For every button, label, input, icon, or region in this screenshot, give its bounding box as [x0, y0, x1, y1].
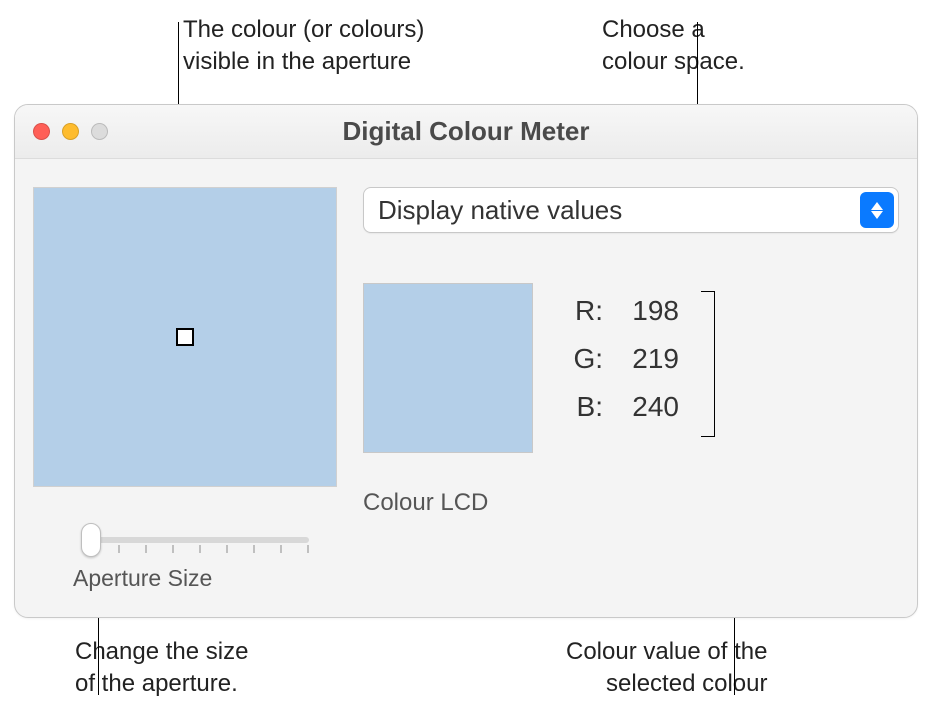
callout-aperture-size: Change the size of the aperture.	[75, 636, 248, 701]
app-window: Digital Colour Meter Aperture Size Displ…	[14, 104, 918, 618]
rgb-value-b: 240	[619, 391, 679, 423]
callout-colour-space: Choose a colour space.	[602, 14, 745, 79]
aperture-size-slider[interactable]	[63, 519, 309, 559]
display-name: Colour LCD	[363, 489, 488, 517]
colour-space-selected: Display native values	[378, 195, 622, 226]
close-button[interactable]	[33, 123, 50, 140]
rgb-row-r: R: 198	[563, 287, 679, 335]
window-body: Aperture Size Display native values R: 1…	[15, 159, 917, 617]
slider-track	[91, 537, 309, 543]
callout-colour-value: Colour value of the selected colour	[566, 636, 767, 701]
rgb-row-g: G: 219	[563, 335, 679, 383]
callout-aperture-colour: The colour (or colours) visible in the a…	[183, 14, 424, 79]
rgb-label-r: R:	[563, 295, 603, 327]
minimize-button[interactable]	[62, 123, 79, 140]
rgb-row-b: B: 240	[563, 383, 679, 431]
colour-swatch	[363, 283, 533, 453]
rgb-value-g: 219	[619, 343, 679, 375]
titlebar: Digital Colour Meter	[15, 105, 917, 159]
rgb-values: R: 198 G: 219 B: 240	[563, 287, 679, 431]
aperture-size-label: Aperture Size	[63, 565, 309, 592]
slider-ticks	[91, 545, 309, 553]
dropdown-arrows-icon	[860, 192, 894, 228]
zoom-button[interactable]	[91, 123, 108, 140]
rgb-label-b: B:	[563, 391, 603, 423]
traffic-lights	[33, 123, 108, 140]
slider-thumb[interactable]	[81, 523, 101, 557]
rgb-value-r: 198	[619, 295, 679, 327]
rgb-bracket	[701, 291, 715, 437]
aperture-preview	[33, 187, 337, 487]
aperture-size-control: Aperture Size	[63, 519, 309, 592]
window-title: Digital Colour Meter	[15, 116, 917, 147]
rgb-label-g: G:	[563, 343, 603, 375]
aperture-marker	[176, 328, 194, 346]
colour-space-dropdown[interactable]: Display native values	[363, 187, 899, 233]
